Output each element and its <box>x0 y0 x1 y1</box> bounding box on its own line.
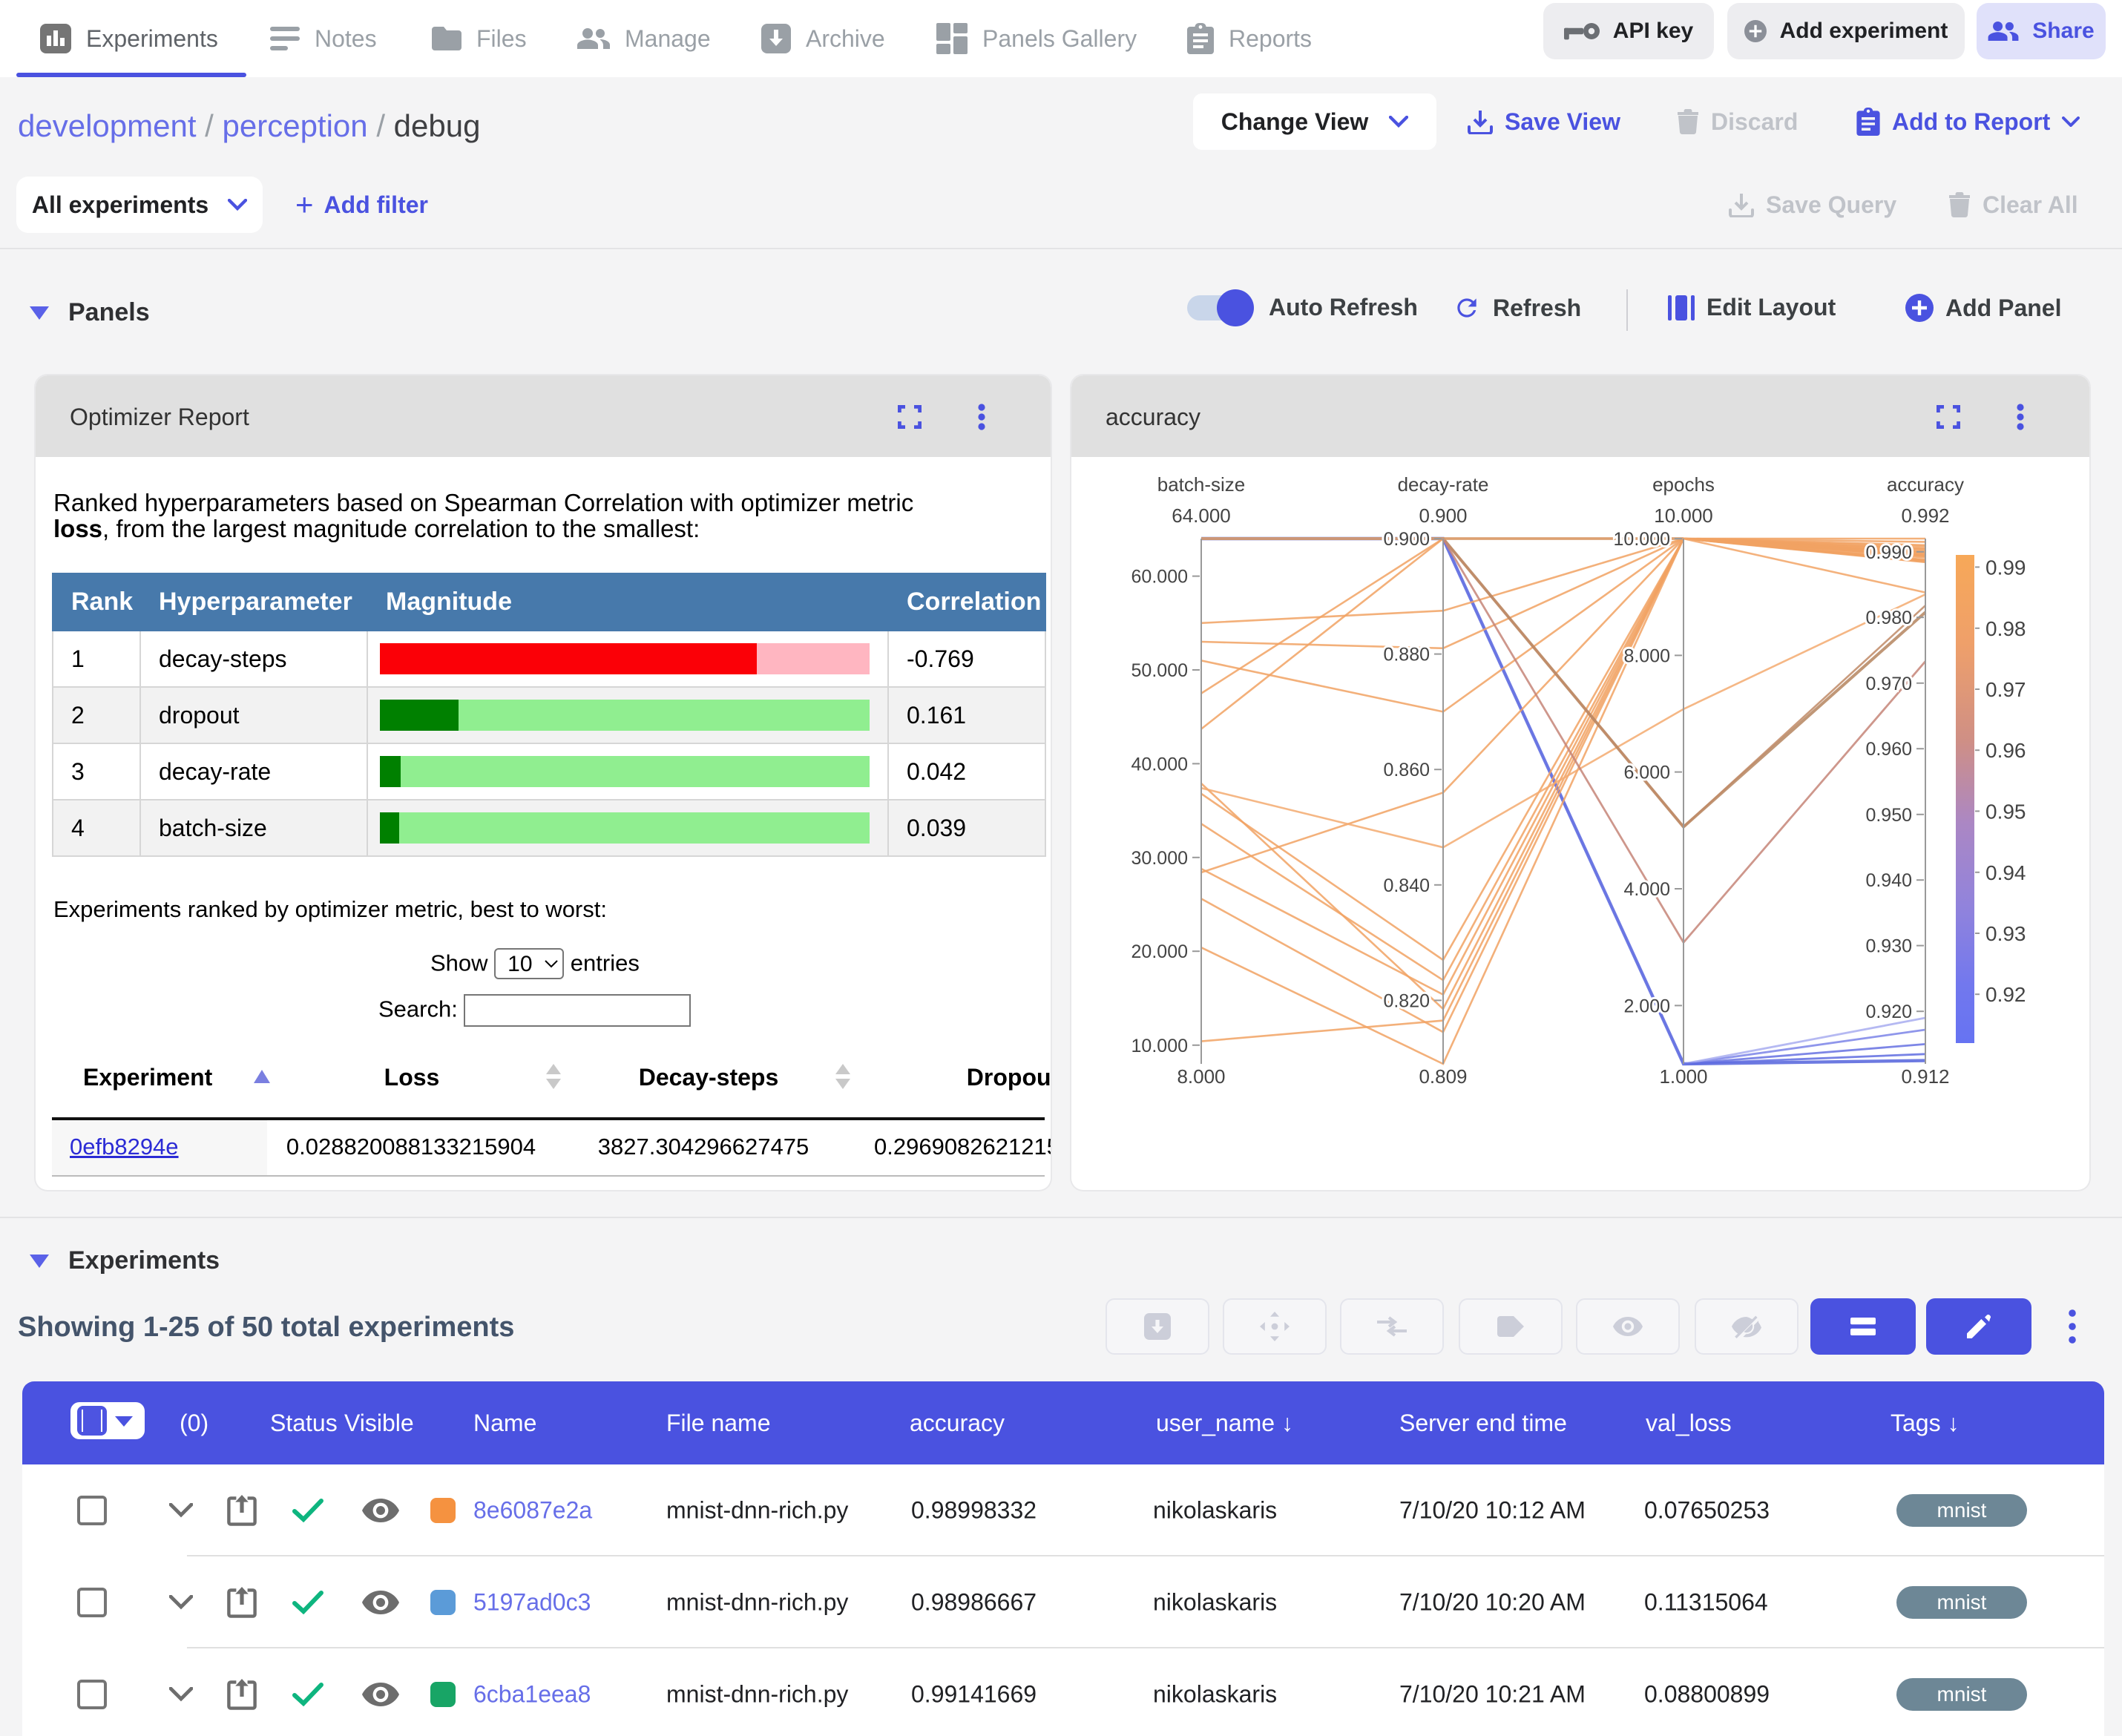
svg-text:0.900: 0.900 <box>1383 529 1430 550</box>
svg-text:0.99: 0.99 <box>1985 556 2026 579</box>
svg-text:2.000: 2.000 <box>1623 996 1670 1016</box>
svg-text:0.840: 0.840 <box>1383 875 1430 896</box>
svg-text:50.000: 50.000 <box>1131 660 1188 681</box>
svg-text:batch-size: batch-size <box>1157 473 1246 496</box>
svg-text:8.000: 8.000 <box>1177 1065 1225 1088</box>
svg-text:60.000: 60.000 <box>1131 567 1188 588</box>
svg-text:64.000: 64.000 <box>1172 504 1231 527</box>
svg-text:0.820: 0.820 <box>1383 990 1430 1011</box>
svg-text:0.930: 0.930 <box>1865 936 1912 957</box>
svg-text:epochs: epochs <box>1652 473 1715 496</box>
svg-text:0.950: 0.950 <box>1865 805 1912 826</box>
svg-text:30.000: 30.000 <box>1131 848 1188 869</box>
svg-text:decay-rate: decay-rate <box>1398 473 1489 496</box>
svg-text:0.93: 0.93 <box>1985 922 2026 945</box>
svg-text:40.000: 40.000 <box>1131 754 1188 775</box>
svg-text:0.96: 0.96 <box>1985 739 2026 762</box>
svg-text:0.860: 0.860 <box>1383 760 1430 780</box>
svg-text:10.000: 10.000 <box>1654 504 1713 527</box>
svg-text:0.97: 0.97 <box>1985 678 2026 701</box>
svg-text:0.94: 0.94 <box>1985 861 2026 884</box>
svg-text:0.912: 0.912 <box>1901 1065 1949 1088</box>
svg-text:0.960: 0.960 <box>1865 739 1912 760</box>
svg-text:0.900: 0.900 <box>1419 504 1467 527</box>
svg-text:20.000: 20.000 <box>1131 941 1188 962</box>
svg-text:10.000: 10.000 <box>1131 1036 1188 1056</box>
svg-text:0.970: 0.970 <box>1865 674 1912 694</box>
svg-text:6.000: 6.000 <box>1623 763 1670 783</box>
svg-text:0.809: 0.809 <box>1419 1065 1467 1088</box>
svg-text:4.000: 4.000 <box>1623 879 1670 900</box>
svg-text:0.92: 0.92 <box>1985 983 2026 1006</box>
svg-text:0.992: 0.992 <box>1901 504 1949 527</box>
svg-text:accuracy: accuracy <box>1887 473 1964 496</box>
svg-text:0.920: 0.920 <box>1865 1002 1912 1022</box>
svg-text:1.000: 1.000 <box>1659 1065 1707 1088</box>
svg-text:10.000: 10.000 <box>1614 529 1670 550</box>
svg-text:0.990: 0.990 <box>1865 542 1912 563</box>
svg-text:0.980: 0.980 <box>1865 608 1912 628</box>
svg-text:0.940: 0.940 <box>1865 870 1912 891</box>
svg-text:0.880: 0.880 <box>1383 645 1430 665</box>
svg-text:8.000: 8.000 <box>1623 645 1670 666</box>
svg-text:0.95: 0.95 <box>1985 800 2026 823</box>
svg-text:0.98: 0.98 <box>1985 617 2026 640</box>
